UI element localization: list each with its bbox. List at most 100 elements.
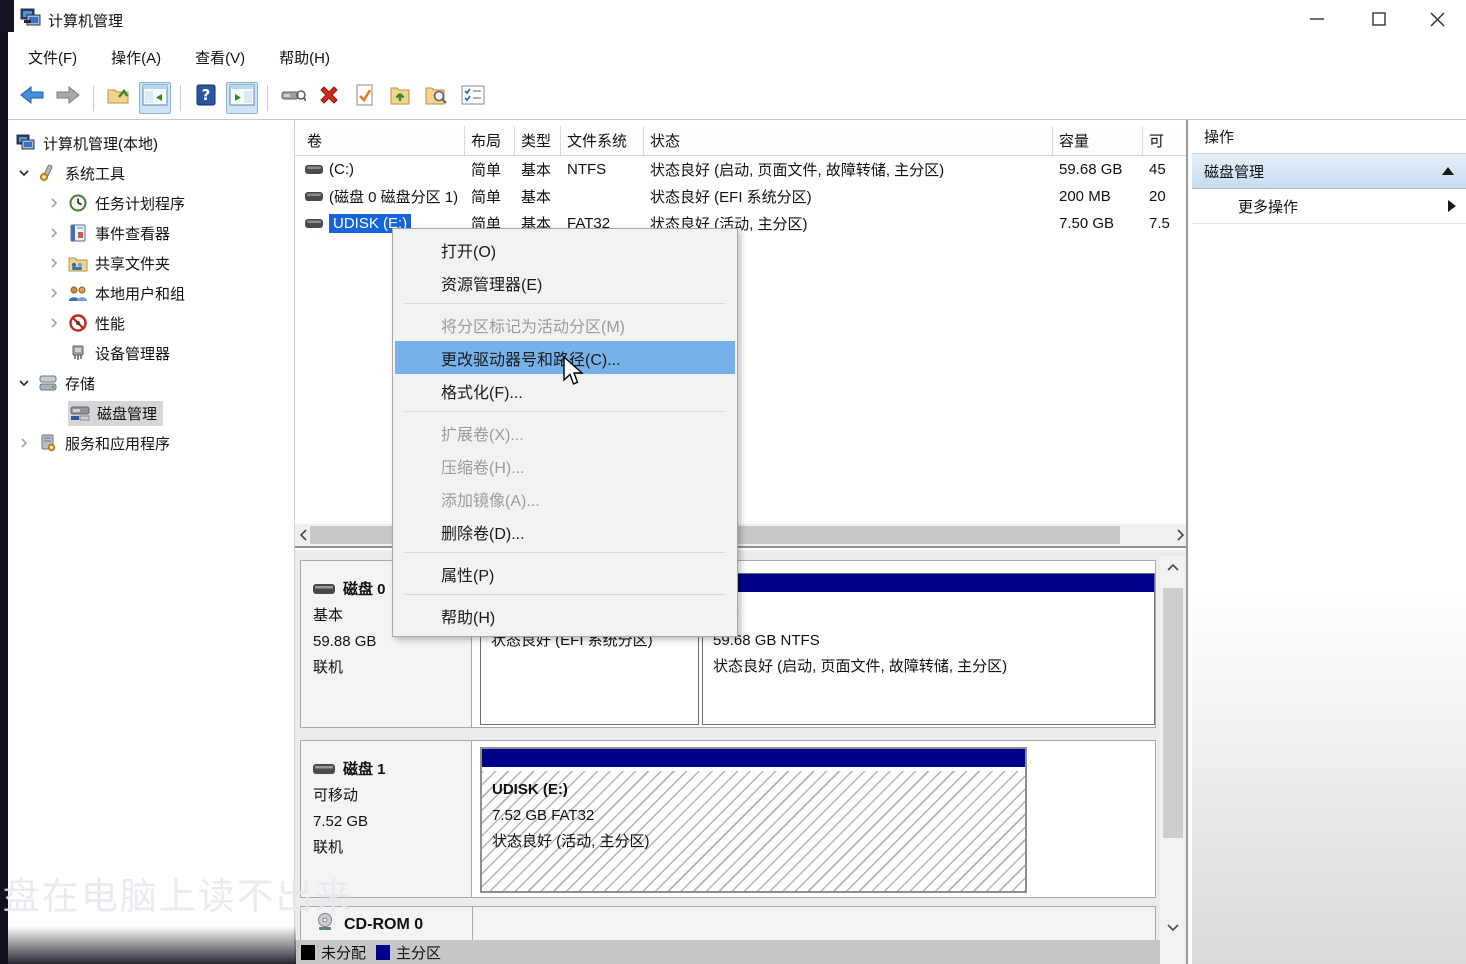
remote-device-button[interactable]	[277, 82, 309, 114]
col-header-layout[interactable]: 布局	[465, 126, 515, 155]
menu-file[interactable]: 文件(F)	[14, 41, 91, 74]
tree-item-computer-management[interactable]: 计算机管理(本地)	[8, 128, 294, 158]
col-header-capacity[interactable]: 容量	[1053, 126, 1143, 155]
back-button[interactable]	[16, 82, 48, 114]
partition-c[interactable]: (C:) 59.68 GB NTFS 状态良好 (启动, 页面文件, 故障转储,…	[702, 573, 1155, 725]
menu-item-explorer[interactable]: 资源管理器(E)	[395, 266, 735, 299]
mouse-cursor-icon	[561, 356, 587, 393]
help-icon: ?	[196, 84, 216, 111]
tree-item-services-applications[interactable]: 服务和应用程序	[8, 428, 294, 458]
table-row[interactable]: (磁盘 0 磁盘分区 1) 简单 基本 状态良好 (EFI 系统分区) 200 …	[295, 183, 1188, 210]
col-header-type[interactable]: 类型	[515, 126, 561, 155]
export-folder-button[interactable]	[385, 82, 417, 114]
window-title: 计算机管理	[48, 10, 123, 31]
col-header-volume[interactable]: 卷	[295, 126, 465, 155]
partition-color-bar	[482, 749, 1025, 769]
chevron-collapsed-icon[interactable]	[18, 436, 32, 450]
computer-management-window: 计算机管理 文件(F) 操作(A) 查看(V) 帮助(H)	[0, 0, 1466, 964]
menu-item-open[interactable]: 打开(O)	[395, 233, 735, 266]
console-tree: 计算机管理(本地) 系统工具 任务计划程序 事件查看器 共享文件夹 本地用户和组	[8, 120, 295, 964]
volume-status: 状态良好 (EFI 系统分区)	[644, 186, 1053, 207]
computer-icon	[16, 134, 36, 152]
table-row[interactable]: (C:) 简单 基本 NTFS 状态良好 (启动, 页面文件, 故障转储, 主分…	[295, 156, 1188, 183]
chevron-expanded-icon[interactable]	[18, 166, 32, 180]
toolbar: ?	[8, 76, 1466, 120]
chevron-collapsed-icon[interactable]	[48, 226, 62, 240]
tree-item-local-users-groups[interactable]: 本地用户和组	[8, 278, 294, 308]
task-scheduler-icon	[68, 194, 88, 212]
scrollbar-thumb[interactable]	[1163, 588, 1183, 838]
close-button[interactable]	[1408, 0, 1466, 38]
partition-status: 状态良好 (活动, 主分区)	[492, 829, 1025, 855]
menu-item-delete-volume[interactable]: 删除卷(D)...	[395, 515, 735, 548]
col-header-fs[interactable]: 文件系统	[561, 126, 644, 155]
delete-button[interactable]	[313, 82, 345, 114]
more-actions-item[interactable]: 更多操作	[1192, 189, 1466, 224]
tree-item-task-scheduler[interactable]: 任务计划程序	[8, 188, 294, 218]
collapse-arrow-icon[interactable]	[1442, 167, 1454, 175]
tree-label: 事件查看器	[95, 223, 170, 244]
tree-item-shared-folders[interactable]: 共享文件夹	[8, 248, 294, 278]
view-options-button[interactable]	[457, 82, 489, 114]
menu-view[interactable]: 查看(V)	[181, 41, 259, 74]
svg-text:?: ?	[202, 86, 211, 104]
show-action-pane-button[interactable]	[226, 82, 258, 114]
col-header-free[interactable]: 可	[1143, 126, 1188, 155]
menu-help[interactable]: 帮助(H)	[265, 41, 344, 74]
event-viewer-icon	[68, 224, 88, 242]
help-button[interactable]: ?	[190, 82, 222, 114]
tree-item-system-tools[interactable]: 系统工具	[8, 158, 294, 188]
toolbar-separator	[93, 85, 94, 111]
chevron-collapsed-icon[interactable]	[48, 196, 62, 210]
chevron-expanded-icon[interactable]	[18, 376, 32, 390]
up-folder-button[interactable]	[103, 82, 135, 114]
legend-label: 未分配	[321, 942, 366, 963]
cdrom-row[interactable]: CD-ROM 0	[300, 906, 1156, 940]
tree-item-disk-management[interactable]: 磁盘管理	[8, 398, 294, 428]
disk-name: 磁盘 0	[343, 577, 386, 603]
volume-icon	[305, 161, 323, 178]
menu-action[interactable]: 操作(A)	[97, 41, 175, 74]
tree-label: 性能	[95, 313, 125, 334]
menu-item-properties[interactable]: 属性(P)	[395, 557, 735, 590]
chevron-collapsed-icon[interactable]	[48, 256, 62, 270]
submenu-arrow-icon[interactable]	[1448, 200, 1456, 212]
tree-item-event-viewer[interactable]: 事件查看器	[8, 218, 294, 248]
actions-group-disk-management[interactable]: 磁盘管理	[1192, 154, 1466, 189]
back-icon	[19, 85, 45, 110]
col-header-status[interactable]: 状态	[644, 126, 1053, 155]
shared-folder-icon	[68, 254, 88, 272]
partition-name: (C:)	[713, 602, 1154, 628]
show-console-tree-button[interactable]	[139, 82, 171, 114]
disk-icon	[313, 577, 335, 603]
properties-button[interactable]	[349, 82, 381, 114]
volume-layout: 简单	[465, 159, 515, 180]
tree-item-performance[interactable]: 性能	[8, 308, 294, 338]
tree-label: 本地用户和组	[95, 283, 185, 304]
console-tree-icon	[142, 84, 168, 111]
chevron-collapsed-icon[interactable]	[48, 286, 62, 300]
scroll-left-arrow-icon[interactable]	[295, 524, 311, 546]
video-watermark: U盘在电脑上读不出来	[0, 866, 354, 920]
tree-item-device-manager[interactable]: 设备管理器	[8, 338, 294, 368]
find-folder-button[interactable]	[421, 82, 453, 114]
scroll-down-arrow-icon[interactable]	[1160, 916, 1186, 938]
scroll-up-arrow-icon[interactable]	[1160, 556, 1186, 578]
volume-name: (磁盘 0 磁盘分区 1)	[329, 186, 458, 207]
disk-1-row: 磁盘 1 可移动 7.52 GB 联机 UDISK (E:) 7.52 GB F…	[300, 740, 1156, 898]
tree-label: 磁盘管理	[97, 403, 157, 424]
tree-label: 计算机管理(本地)	[43, 133, 158, 154]
partition-udisk-selected[interactable]: UDISK (E:) 7.52 GB FAT32 状态良好 (活动, 主分区)	[480, 747, 1027, 893]
menu-item-extend-volume: 扩展卷(X)...	[395, 416, 735, 449]
menu-item-help[interactable]: 帮助(H)	[395, 599, 735, 632]
minimize-button[interactable]	[1288, 0, 1346, 38]
menu-separator	[405, 594, 725, 595]
menu-item-shrink-volume: 压缩卷(H)...	[395, 449, 735, 482]
chevron-collapsed-icon[interactable]	[48, 316, 62, 330]
volume-capacity: 7.50 GB	[1053, 215, 1143, 232]
forward-button[interactable]	[52, 82, 84, 114]
tree-item-storage[interactable]: 存储	[8, 368, 294, 398]
vertical-scrollbar[interactable]	[1160, 556, 1186, 964]
volume-capacity: 59.68 GB	[1053, 161, 1143, 178]
maximize-button[interactable]	[1350, 0, 1408, 38]
